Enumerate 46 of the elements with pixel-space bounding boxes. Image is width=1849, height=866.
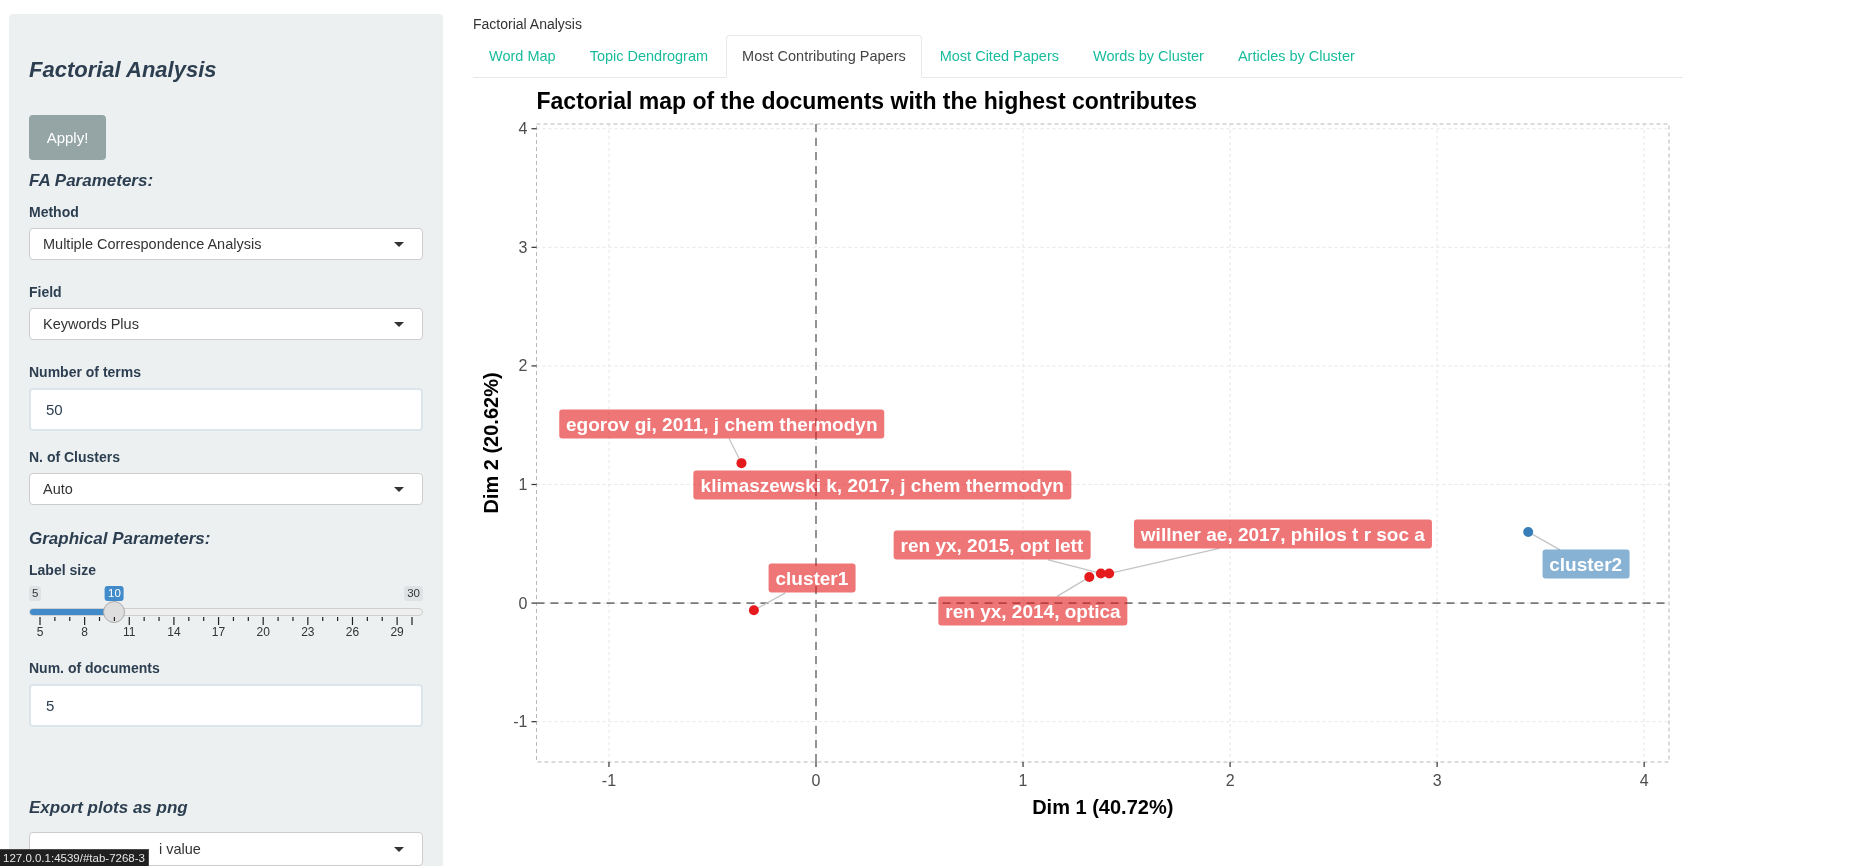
slider-tick-label: 23: [301, 625, 315, 640]
point-label: cluster2: [1542, 549, 1630, 579]
slider-tick-label: 20: [256, 625, 270, 640]
chart-title: Factorial map of the documents with the highest contributes: [536, 88, 1198, 114]
axis-tick-label: 2: [518, 357, 528, 375]
slider-tick-label: 26: [345, 625, 360, 640]
field-label: N. of Clusters: [29, 448, 121, 467]
section-heading: Export plots as png: [29, 797, 188, 819]
slider-tick-label: 8: [81, 625, 88, 640]
axis-tick-label: -1: [601, 772, 617, 789]
section-heading: Graphical Parameters:: [29, 528, 211, 550]
axis-tick-label: 0: [518, 594, 528, 612]
slider-min-label: 5: [29, 586, 42, 601]
axis-tick-label: 4: [518, 120, 528, 138]
sidebar-title: Factorial Analysis: [29, 56, 217, 84]
axis-title: Dim 1 (40.72%): [1032, 796, 1174, 818]
point-label: ren yx, 2015, opt lett: [893, 530, 1091, 560]
slider-tick-label: 29: [390, 625, 404, 640]
axis-tick-label: 4: [1639, 772, 1649, 789]
slider-tick-label: 5: [36, 625, 44, 640]
slider-tick-label: 14: [167, 625, 181, 640]
status-url-tooltip: 127.0.0.1:4539/#tab-7268-3: [0, 849, 149, 866]
point-label: cluster1: [768, 563, 856, 593]
axis-title: Dim 2 (20.62%): [480, 372, 502, 514]
point-label: klimaszewski k, 2017, j chem thermodyn: [693, 470, 1071, 500]
point-label: egorov gi, 2011, j chem thermodyn: [559, 409, 885, 439]
point-label: ren yx, 2014, optica: [938, 596, 1128, 626]
axis-tick-label: 1: [1018, 772, 1028, 789]
slider-tick-label: 11: [123, 625, 136, 640]
page-caption: Factorial Analysis: [473, 15, 583, 33]
field-label: Label size: [29, 561, 97, 580]
axis-tick-label: -1: [513, 713, 528, 731]
slider-tick-label: 17: [211, 625, 226, 640]
axis-tick-label: 0: [811, 772, 821, 789]
point-label: willner ae, 2017, philos t r soc a: [1133, 519, 1432, 549]
field-label: Num. of documents: [29, 659, 161, 678]
slider-value-label: 10: [105, 586, 124, 601]
field-label: Method: [29, 203, 80, 222]
axis-tick-label: 3: [1432, 772, 1442, 789]
field-label: Field: [29, 283, 63, 302]
axis-tick-label: 1: [518, 476, 528, 493]
section-heading: FA Parameters:: [29, 170, 154, 192]
slider-max-label: 30: [404, 586, 423, 601]
axis-tick-label: 3: [518, 238, 528, 256]
field-label: Number of terms: [29, 363, 143, 382]
axis-tick-label: 2: [1225, 772, 1235, 789]
